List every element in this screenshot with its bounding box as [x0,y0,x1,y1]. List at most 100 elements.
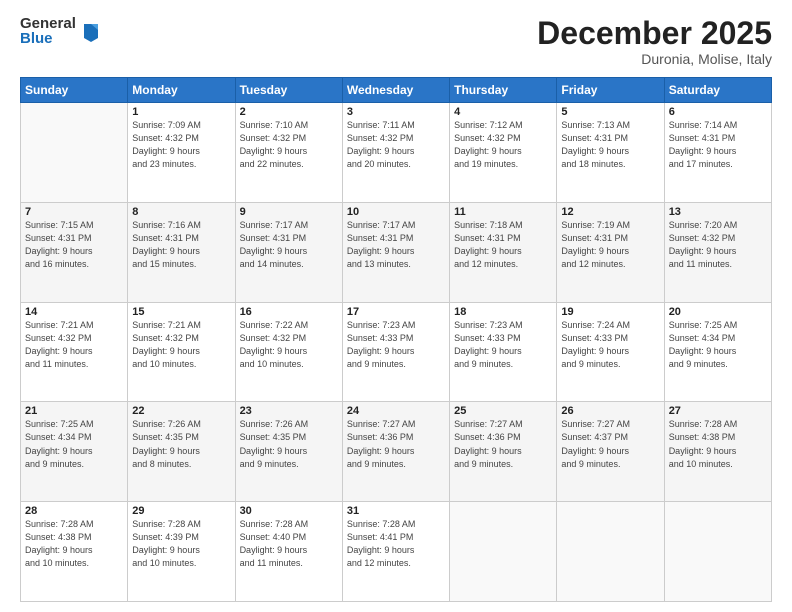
logo-icon [82,20,100,42]
calendar-cell: 3Sunrise: 7:11 AM Sunset: 4:32 PM Daylig… [342,103,449,203]
col-header-thursday: Thursday [450,78,557,103]
calendar-cell: 17Sunrise: 7:23 AM Sunset: 4:33 PM Dayli… [342,302,449,402]
title-block: December 2025 Duronia, Molise, Italy [537,16,772,67]
calendar-cell: 13Sunrise: 7:20 AM Sunset: 4:32 PM Dayli… [664,202,771,302]
calendar-cell: 1Sunrise: 7:09 AM Sunset: 4:32 PM Daylig… [128,103,235,203]
day-number: 25 [454,405,552,417]
col-header-tuesday: Tuesday [235,78,342,103]
page: General Blue December 2025 Duronia, Moli… [0,0,792,612]
day-number: 13 [669,206,767,218]
day-detail: Sunrise: 7:15 AM Sunset: 4:31 PM Dayligh… [25,219,123,271]
day-detail: Sunrise: 7:09 AM Sunset: 4:32 PM Dayligh… [132,119,230,171]
day-number: 11 [454,206,552,218]
calendar-cell: 15Sunrise: 7:21 AM Sunset: 4:32 PM Dayli… [128,302,235,402]
calendar-cell: 7Sunrise: 7:15 AM Sunset: 4:31 PM Daylig… [21,202,128,302]
logo-blue: Blue [20,31,76,46]
col-header-saturday: Saturday [664,78,771,103]
day-number: 12 [561,206,659,218]
calendar-cell: 18Sunrise: 7:23 AM Sunset: 4:33 PM Dayli… [450,302,557,402]
day-detail: Sunrise: 7:27 AM Sunset: 4:36 PM Dayligh… [347,418,445,470]
day-detail: Sunrise: 7:26 AM Sunset: 4:35 PM Dayligh… [132,418,230,470]
day-detail: Sunrise: 7:22 AM Sunset: 4:32 PM Dayligh… [240,319,338,371]
day-number: 23 [240,405,338,417]
calendar-week-row: 28Sunrise: 7:28 AM Sunset: 4:38 PM Dayli… [21,502,772,602]
day-number: 30 [240,505,338,517]
calendar-cell: 30Sunrise: 7:28 AM Sunset: 4:40 PM Dayli… [235,502,342,602]
calendar-header-row: SundayMondayTuesdayWednesdayThursdayFrid… [21,78,772,103]
day-detail: Sunrise: 7:28 AM Sunset: 4:38 PM Dayligh… [25,518,123,570]
calendar-cell: 23Sunrise: 7:26 AM Sunset: 4:35 PM Dayli… [235,402,342,502]
calendar-cell: 2Sunrise: 7:10 AM Sunset: 4:32 PM Daylig… [235,103,342,203]
calendar-cell: 21Sunrise: 7:25 AM Sunset: 4:34 PM Dayli… [21,402,128,502]
day-number: 17 [347,306,445,318]
calendar-week-row: 1Sunrise: 7:09 AM Sunset: 4:32 PM Daylig… [21,103,772,203]
calendar-cell [557,502,664,602]
day-detail: Sunrise: 7:18 AM Sunset: 4:31 PM Dayligh… [454,219,552,271]
calendar-table: SundayMondayTuesdayWednesdayThursdayFrid… [20,77,772,602]
day-detail: Sunrise: 7:28 AM Sunset: 4:39 PM Dayligh… [132,518,230,570]
day-number: 5 [561,106,659,118]
day-number: 29 [132,505,230,517]
day-number: 26 [561,405,659,417]
day-number: 15 [132,306,230,318]
calendar-cell: 16Sunrise: 7:22 AM Sunset: 4:32 PM Dayli… [235,302,342,402]
calendar-cell: 11Sunrise: 7:18 AM Sunset: 4:31 PM Dayli… [450,202,557,302]
day-number: 2 [240,106,338,118]
day-detail: Sunrise: 7:28 AM Sunset: 4:41 PM Dayligh… [347,518,445,570]
day-detail: Sunrise: 7:11 AM Sunset: 4:32 PM Dayligh… [347,119,445,171]
day-detail: Sunrise: 7:21 AM Sunset: 4:32 PM Dayligh… [25,319,123,371]
day-detail: Sunrise: 7:28 AM Sunset: 4:40 PM Dayligh… [240,518,338,570]
calendar-cell: 14Sunrise: 7:21 AM Sunset: 4:32 PM Dayli… [21,302,128,402]
day-number: 18 [454,306,552,318]
month-title: December 2025 [537,16,772,51]
day-number: 9 [240,206,338,218]
day-detail: Sunrise: 7:21 AM Sunset: 4:32 PM Dayligh… [132,319,230,371]
logo: General Blue [20,16,100,46]
calendar-cell: 26Sunrise: 7:27 AM Sunset: 4:37 PM Dayli… [557,402,664,502]
calendar-cell: 19Sunrise: 7:24 AM Sunset: 4:33 PM Dayli… [557,302,664,402]
day-detail: Sunrise: 7:23 AM Sunset: 4:33 PM Dayligh… [347,319,445,371]
day-number: 28 [25,505,123,517]
calendar-cell [450,502,557,602]
day-number: 20 [669,306,767,318]
calendar-cell: 12Sunrise: 7:19 AM Sunset: 4:31 PM Dayli… [557,202,664,302]
day-number: 24 [347,405,445,417]
col-header-monday: Monday [128,78,235,103]
day-detail: Sunrise: 7:24 AM Sunset: 4:33 PM Dayligh… [561,319,659,371]
day-detail: Sunrise: 7:16 AM Sunset: 4:31 PM Dayligh… [132,219,230,271]
day-number: 21 [25,405,123,417]
day-number: 4 [454,106,552,118]
day-number: 8 [132,206,230,218]
calendar-cell [21,103,128,203]
calendar-cell: 29Sunrise: 7:28 AM Sunset: 4:39 PM Dayli… [128,502,235,602]
calendar-cell: 8Sunrise: 7:16 AM Sunset: 4:31 PM Daylig… [128,202,235,302]
col-header-sunday: Sunday [21,78,128,103]
col-header-friday: Friday [557,78,664,103]
calendar-cell: 27Sunrise: 7:28 AM Sunset: 4:38 PM Dayli… [664,402,771,502]
day-number: 14 [25,306,123,318]
day-number: 19 [561,306,659,318]
calendar-week-row: 14Sunrise: 7:21 AM Sunset: 4:32 PM Dayli… [21,302,772,402]
calendar-cell: 22Sunrise: 7:26 AM Sunset: 4:35 PM Dayli… [128,402,235,502]
day-number: 10 [347,206,445,218]
calendar-cell: 20Sunrise: 7:25 AM Sunset: 4:34 PM Dayli… [664,302,771,402]
day-detail: Sunrise: 7:14 AM Sunset: 4:31 PM Dayligh… [669,119,767,171]
day-number: 27 [669,405,767,417]
calendar-cell: 28Sunrise: 7:28 AM Sunset: 4:38 PM Dayli… [21,502,128,602]
day-number: 1 [132,106,230,118]
day-detail: Sunrise: 7:23 AM Sunset: 4:33 PM Dayligh… [454,319,552,371]
day-number: 6 [669,106,767,118]
day-detail: Sunrise: 7:27 AM Sunset: 4:37 PM Dayligh… [561,418,659,470]
day-detail: Sunrise: 7:20 AM Sunset: 4:32 PM Dayligh… [669,219,767,271]
calendar-week-row: 7Sunrise: 7:15 AM Sunset: 4:31 PM Daylig… [21,202,772,302]
calendar-week-row: 21Sunrise: 7:25 AM Sunset: 4:34 PM Dayli… [21,402,772,502]
day-number: 3 [347,106,445,118]
day-number: 16 [240,306,338,318]
calendar-cell: 24Sunrise: 7:27 AM Sunset: 4:36 PM Dayli… [342,402,449,502]
logo-general: General [20,16,76,31]
calendar-cell [664,502,771,602]
calendar-cell: 5Sunrise: 7:13 AM Sunset: 4:31 PM Daylig… [557,103,664,203]
day-detail: Sunrise: 7:27 AM Sunset: 4:36 PM Dayligh… [454,418,552,470]
subtitle: Duronia, Molise, Italy [537,51,772,67]
day-detail: Sunrise: 7:19 AM Sunset: 4:31 PM Dayligh… [561,219,659,271]
